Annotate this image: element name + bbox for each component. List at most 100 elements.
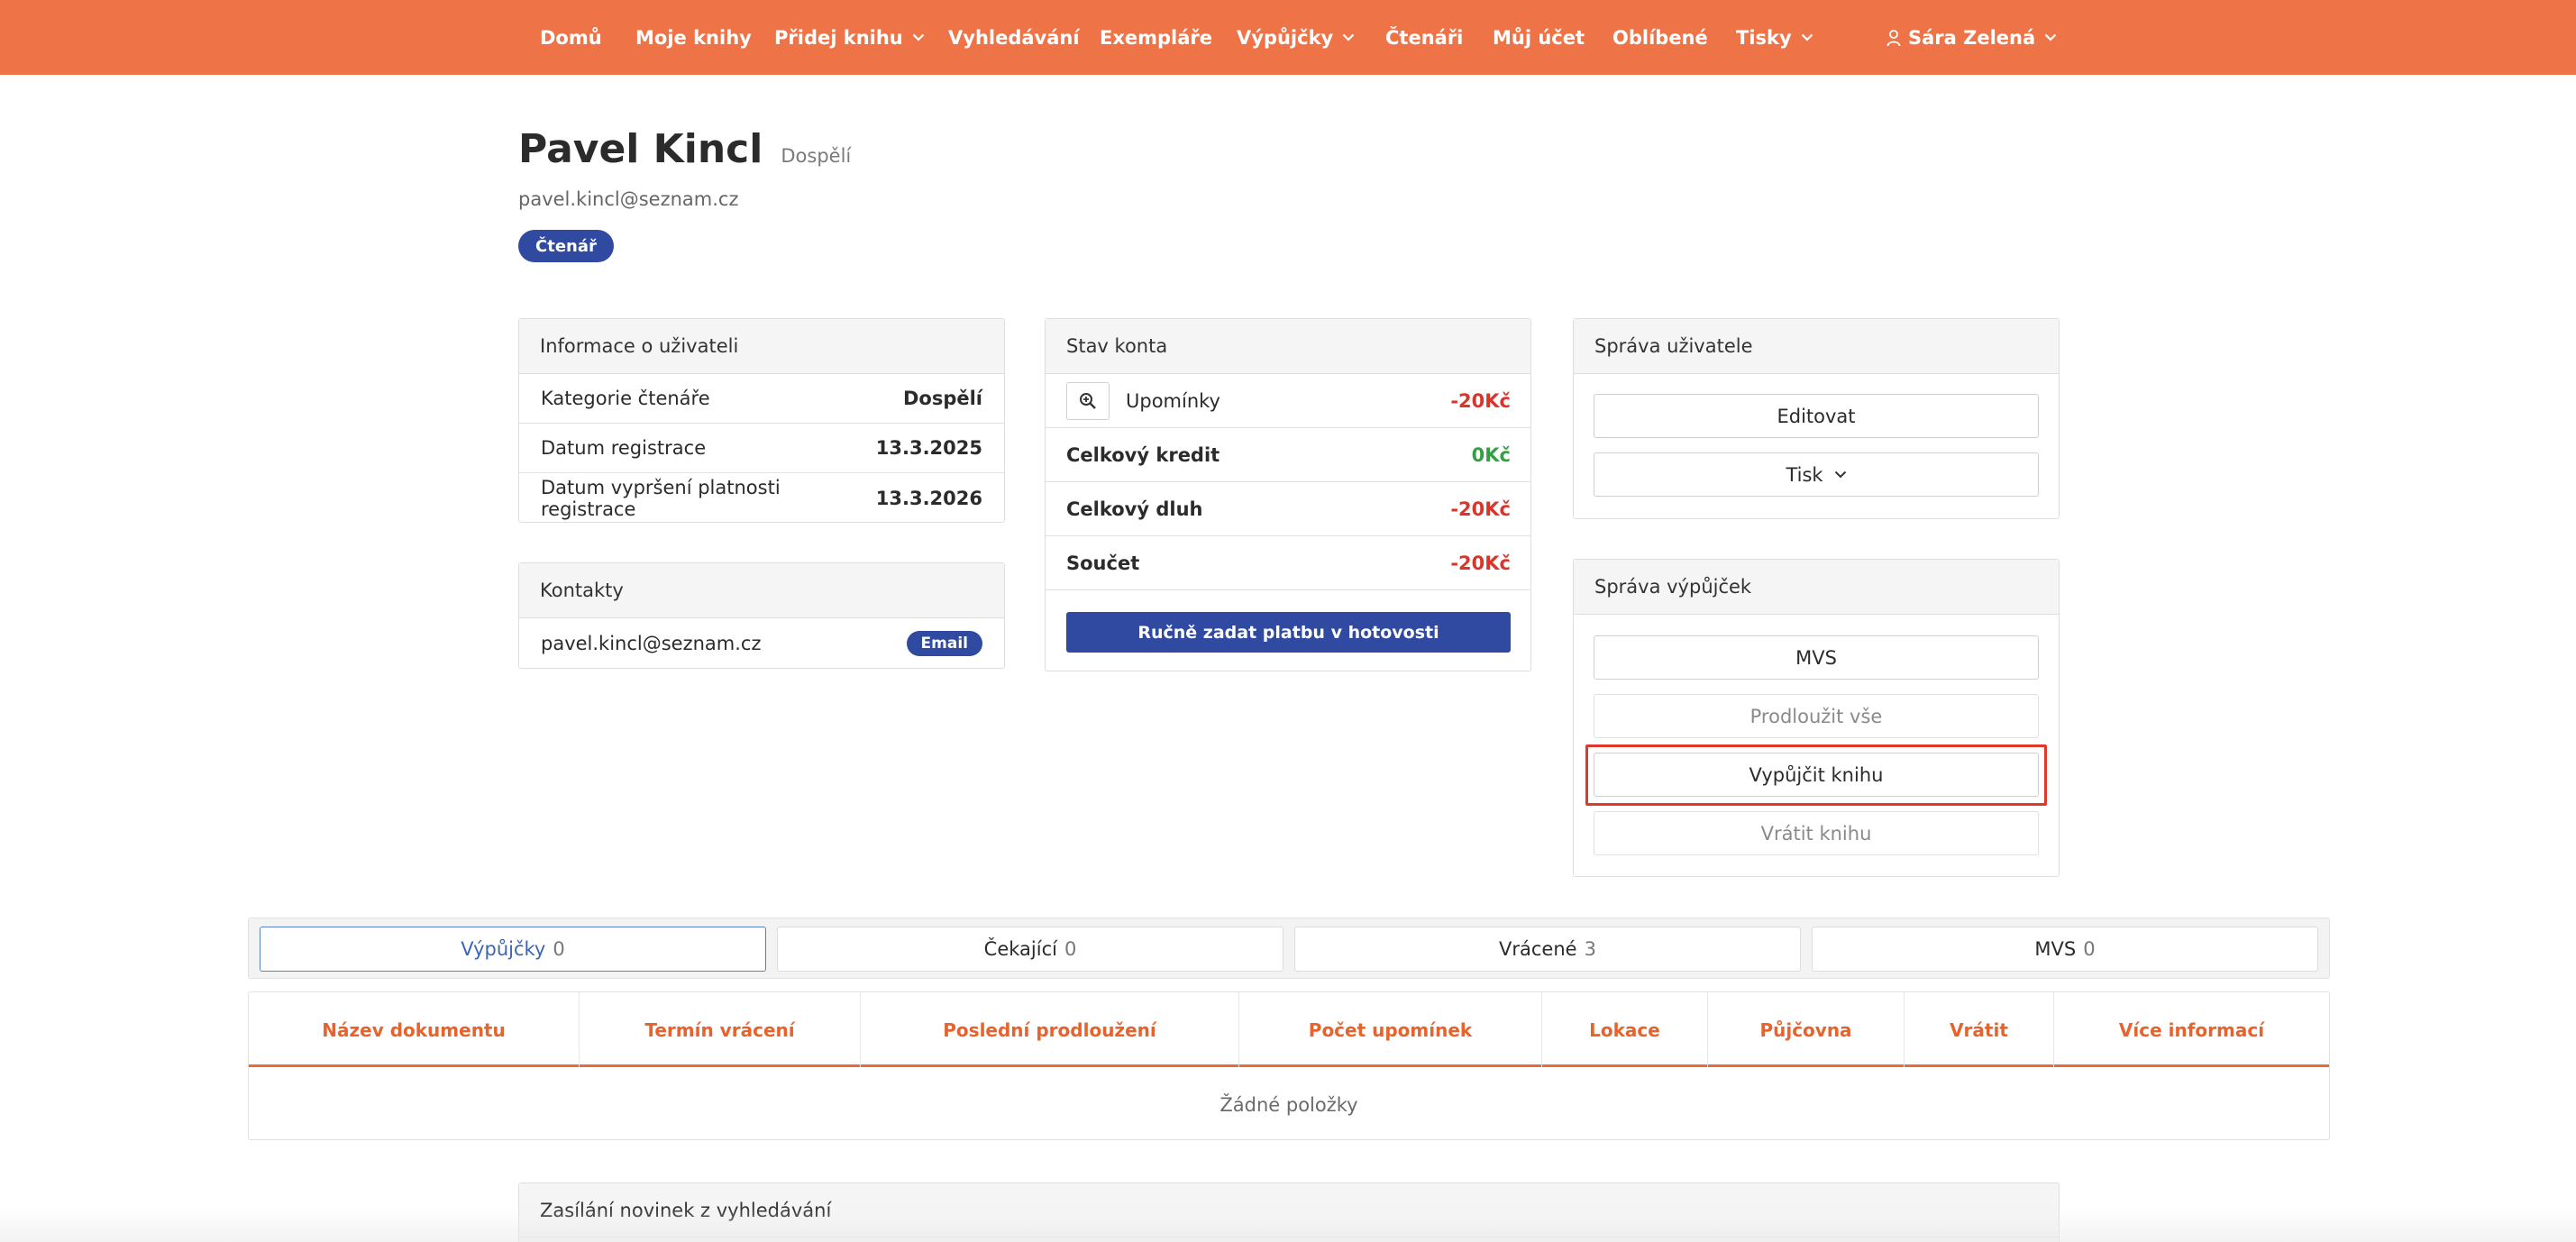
loan-tabs: Výpůjčky 0 Čekající 0 Vrácené 3 MVS 0 [248,918,2330,979]
return-book-label: Vrátit knihu [1760,822,1872,845]
news-subscription-card: Zasílání novinek z vyhledávání [518,1183,2060,1242]
info-label: Datum vypršení platnosti registrace [541,476,781,520]
account-row-credit: Celkový kredit 0Kč [1046,428,1530,482]
info-row: Datum vypršení platnosti registrace 13.3… [519,473,1004,523]
nav-item-search[interactable]: Vyhledávání [948,0,1080,75]
tab-count: 0 [553,938,565,960]
user-category: Dospělí [781,145,852,167]
edit-button-label: Editovat [1777,405,1856,427]
tab-returned[interactable]: Vrácené 3 [1294,927,1801,972]
tab-label: MVS [2034,938,2077,960]
nav-item-my-books[interactable]: Moje knihy [635,0,752,75]
tab-count: 3 [1584,938,1596,960]
user-icon [1886,29,1901,47]
mvs-button[interactable]: MVS [1594,635,2039,680]
sum-value: -20Kč [1450,552,1511,574]
column-header[interactable]: Poslední prodloužení [861,992,1239,1067]
nav-item-copies[interactable]: Exempláře [1100,0,1212,75]
debt-label: Celkový dluh [1066,498,1203,520]
contact-row: pavel.kincl@seznam.cz Email [519,618,1004,668]
column-header[interactable]: Půjčovna [1708,992,1905,1067]
mvs-button-label: MVS [1795,646,1837,669]
tab-count: 0 [2083,938,2096,960]
loans-table: Název dokumentu Termín vrácení Poslední … [248,991,2330,1140]
nav-item-label: Domů [540,26,602,49]
zoom-in-icon[interactable] [1066,381,1110,420]
reminders-value: -20Kč [1450,389,1511,412]
nav-item-add-book[interactable]: Přidej knihu [774,0,925,75]
edit-button[interactable]: Editovat [1594,394,2039,438]
tab-count: 0 [1064,938,1077,960]
card-header: Kontakty [519,563,1004,618]
card-header: Informace o uživateli [519,319,1004,374]
return-book-button[interactable]: Vrátit knihu [1594,811,2039,855]
credit-label: Celkový kredit [1066,443,1220,466]
contact-email: pavel.kincl@seznam.cz [541,632,762,654]
loans-admin-card: Správa výpůjček MVS Prodloužit vše Vypůj… [1573,559,2060,877]
chevron-down-icon [2044,33,2057,41]
nav-item-prints[interactable]: Tisky [1736,0,1813,75]
borrow-book-button[interactable]: Vypůjčit knihu [1594,753,2039,797]
column-header[interactable]: Počet upomínek [1239,992,1542,1067]
nav-item-label: Moje knihy [635,26,752,49]
sum-label: Součet [1066,552,1140,574]
nav-item-label: Exempláře [1100,26,1213,49]
tab-label: Výpůjčky [461,938,546,960]
contacts-card: Kontakty pavel.kincl@seznam.cz Email [518,562,1005,669]
column-header[interactable]: Lokace [1542,992,1708,1067]
user-admin-card: Správa uživatele Editovat Tisk [1573,318,2060,519]
nav-item-label: Oblíbené [1612,26,1708,49]
column-header[interactable]: Více informací [2054,992,2329,1067]
nav-item-label: Čtenáři [1385,26,1464,49]
credit-value: 0Kč [1471,443,1511,466]
role-badge: Čtenář [518,230,614,262]
tab-label: Vrácené [1499,938,1577,960]
account-row-reminders: Upomínky -20Kč [1046,374,1530,428]
info-label: Kategorie čtenáře [541,388,710,409]
profile-heading: Pavel Kincl Dospělí [518,126,851,172]
cash-payment-button[interactable]: Ručně zadat platbu v hotovosti [1066,612,1511,653]
tab-pending[interactable]: Čekající 0 [777,927,1283,972]
nav-item-readers[interactable]: Čtenáři [1385,0,1463,75]
tab-mvs[interactable]: MVS 0 [1812,927,2318,972]
chevron-down-icon [1834,470,1847,479]
reminders-label: Upomínky [1126,389,1220,412]
user-email: pavel.kincl@seznam.cz [518,188,739,210]
column-header[interactable]: Termín vrácení [580,992,861,1067]
extend-all-label: Prodloužit vše [1749,705,1883,727]
chevron-down-icon [1801,33,1813,41]
info-value: Dospělí [902,388,982,409]
top-navbar: Domů Moje knihy Přidej knihu Vyhledávání… [0,0,2576,75]
debt-value: -20Kč [1450,498,1511,520]
user-info-card: Informace o uživateli Kategorie čtenáře … [518,318,1005,523]
empty-state: Žádné položky [1219,1094,1358,1116]
tab-loans[interactable]: Výpůjčky 0 [260,927,766,972]
chevron-down-icon [1342,33,1355,41]
nav-item-label: Tisky [1736,26,1792,49]
info-row: Kategorie čtenáře Dospělí [519,374,1004,424]
nav-item-my-account[interactable]: Můj účet [1493,0,1585,75]
card-header: Zasílání novinek z vyhledávání [519,1183,2059,1237]
card-header: Stav konta [1046,319,1530,374]
tab-label: Čekající [983,938,1057,960]
email-badge: Email [906,630,982,656]
info-label: Datum registrace [541,437,707,459]
extend-all-button[interactable]: Prodloužit vše [1594,694,2039,738]
nav-item-favorites[interactable]: Oblíbené [1612,0,1708,75]
chevron-down-icon [912,33,925,41]
nav-item-home[interactable]: Domů [540,0,602,75]
user-menu[interactable]: Sára Zelená [1886,0,2057,75]
card-header: Správa uživatele [1574,319,2059,374]
info-value: 13.3.2026 [875,487,982,509]
print-dropdown-button[interactable]: Tisk [1594,452,2039,497]
account-row-debt: Celkový dluh -20Kč [1046,482,1530,536]
column-header[interactable]: Vrátit [1905,992,2054,1067]
nav-item-label: Přidej knihu [774,26,903,49]
nav-item-loans[interactable]: Výpůjčky [1237,0,1355,75]
account-row-sum: Součet -20Kč [1046,536,1530,590]
account-card: Stav konta Upomínky -20Kč Celkový kredit… [1045,318,1531,671]
nav-item-label: Můj účet [1493,26,1585,49]
column-header[interactable]: Název dokumentu [249,992,580,1067]
borrow-book-label: Vypůjčit knihu [1749,763,1884,786]
info-value: 13.3.2025 [875,437,982,459]
